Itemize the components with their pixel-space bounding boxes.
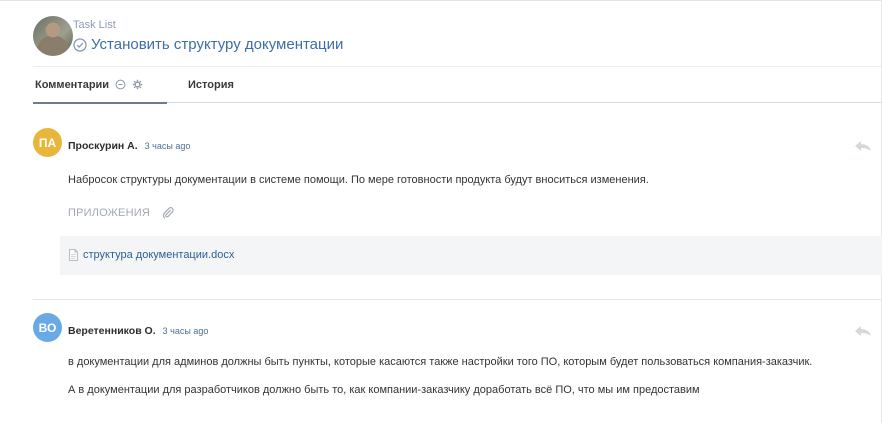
comment-text: А в документации для разработчиков должн… bbox=[68, 384, 700, 396]
avatar-initials: ПА bbox=[38, 135, 57, 150]
top-border bbox=[0, 0, 882, 1]
comment-timestamp[interactable]: 3 часы ago bbox=[163, 326, 209, 336]
document-icon bbox=[69, 249, 78, 261]
tab-history[interactable]: История bbox=[188, 67, 234, 103]
title-row: Установить структуру документации bbox=[73, 36, 343, 54]
avatar-initials: ВО bbox=[38, 320, 57, 335]
author-name[interactable]: Проскурин А. bbox=[68, 140, 138, 152]
task-header: Task List Установить структуру документа… bbox=[33, 16, 343, 58]
comment-author-line: Проскурин А. 3 часы ago bbox=[68, 140, 190, 152]
author-name[interactable]: Веретенников О. bbox=[68, 325, 156, 337]
comment-author-line: Веретенников О. 3 часы ago bbox=[68, 325, 208, 337]
reply-icon[interactable] bbox=[854, 325, 872, 337]
page-title: Установить структуру документации bbox=[91, 36, 344, 53]
reply-icon[interactable] bbox=[854, 140, 872, 152]
tab-bar: Комментарии История bbox=[33, 66, 882, 104]
task-header-text: Task List Установить структуру документа… bbox=[73, 18, 343, 54]
comment-timestamp[interactable]: 3 часы ago bbox=[145, 141, 191, 151]
avatar[interactable]: ВО bbox=[33, 313, 62, 342]
tab-comments-label: Комментарии bbox=[35, 78, 110, 91]
comment-divider bbox=[33, 299, 882, 300]
collapse-circle-icon[interactable] bbox=[115, 79, 126, 90]
gear-icon[interactable] bbox=[132, 79, 143, 90]
attachments-header: ПРИЛОЖЕНИЯ bbox=[68, 206, 174, 219]
task-owner-avatar[interactable] bbox=[33, 16, 73, 56]
attachments-title: ПРИЛОЖЕНИЯ bbox=[68, 206, 150, 219]
comment-text: Набросок структуры документации в систем… bbox=[68, 174, 649, 186]
comment-text: в документации для админов должны быть п… bbox=[68, 356, 813, 368]
paperclip-icon bbox=[162, 207, 174, 219]
tab-comments[interactable]: Комментарии bbox=[33, 67, 167, 104]
breadcrumb[interactable]: Task List bbox=[73, 18, 343, 32]
avatar[interactable]: ПА bbox=[33, 128, 62, 157]
check-circle-icon[interactable] bbox=[73, 38, 87, 52]
attachment-link[interactable]: структура документации.docx bbox=[83, 249, 234, 261]
attachment-item: структура документации.docx bbox=[60, 236, 882, 275]
